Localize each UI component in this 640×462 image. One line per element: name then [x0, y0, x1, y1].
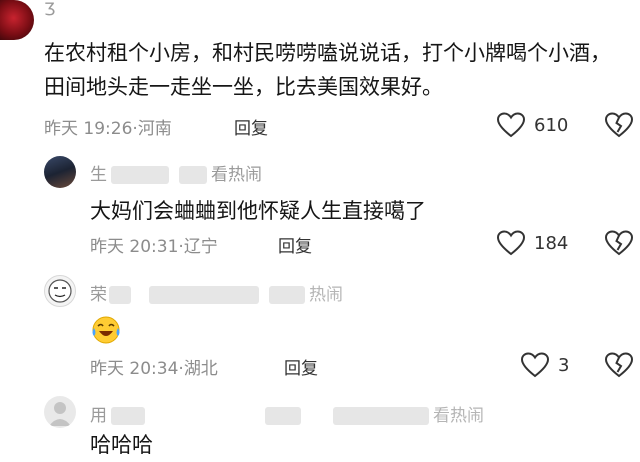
avatar[interactable] [44, 396, 76, 428]
like-button[interactable]: 610 [496, 111, 568, 139]
broken-heart-icon [604, 230, 634, 256]
default-avatar-icon [49, 402, 71, 426]
dislike-button[interactable] [604, 111, 634, 139]
reply-button[interactable]: 回复 [234, 114, 268, 139]
location: 湖北 [183, 359, 218, 379]
timestamp: 昨天 20:31 [90, 237, 179, 257]
comment-meta: 昨天 19:26·河南 [44, 119, 172, 139]
dislike-button[interactable] [604, 229, 634, 257]
username[interactable]: 生看热闹 [90, 160, 262, 185]
comment-text: 哈哈哈 [90, 433, 153, 457]
avatar[interactable] [44, 275, 76, 307]
comment-meta: 昨天 20:31·辽宁 [90, 237, 218, 257]
location: 辽宁 [183, 237, 218, 257]
heart-icon [496, 230, 526, 256]
broken-heart-icon [604, 112, 634, 138]
heart-icon [496, 112, 526, 138]
timestamp: 昨天 20:34 [90, 359, 179, 379]
like-button[interactable]: 184 [496, 229, 568, 257]
dislike-button[interactable] [604, 351, 634, 379]
comment-text: 大妈们会蛐蛐到他怀疑人生直接噶了 [90, 199, 426, 223]
like-count: 184 [534, 232, 569, 254]
reply-button[interactable]: 回复 [278, 232, 312, 257]
laughing-crying-emoji [90, 314, 122, 346]
like-button[interactable]: 3 [520, 351, 569, 379]
avatar[interactable] [0, 0, 34, 40]
like-count: 610 [534, 114, 569, 136]
comment-meta: 昨天 20:34·湖北 [90, 359, 218, 379]
reply-button[interactable]: 回复 [284, 354, 318, 379]
comment-text: 在农村租个小房，和村民唠唠嗑说说话，打个小牌喝个小酒，田间地头走一走坐一坐，比去… [44, 41, 611, 99]
avatar[interactable] [44, 156, 76, 188]
location: 河南 [137, 119, 172, 139]
meme-face-icon [48, 279, 72, 303]
username[interactable]: 荣热闹 [90, 280, 343, 305]
timestamp: 昨天 19:26 [44, 119, 133, 139]
like-count: 3 [558, 354, 570, 376]
heart-icon [520, 352, 550, 378]
username[interactable]: Ʒ [44, 0, 55, 24]
broken-heart-icon [604, 352, 634, 378]
username[interactable]: 用看热闹 [90, 401, 484, 426]
